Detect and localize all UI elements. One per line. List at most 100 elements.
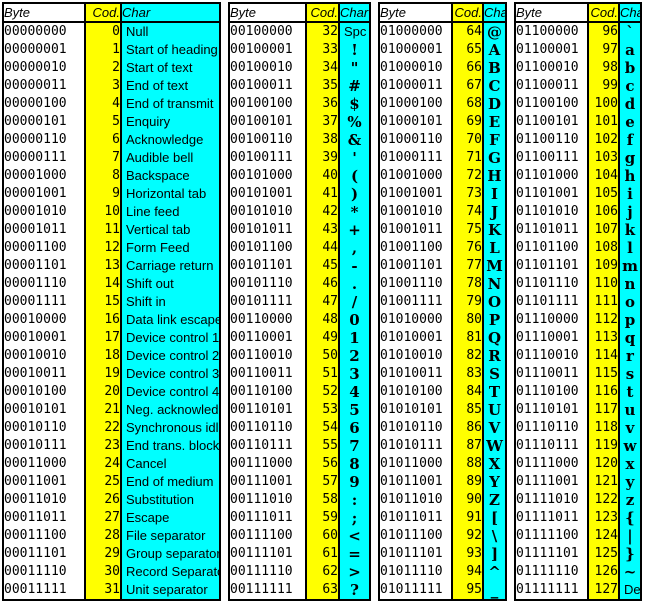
char-cell: 7	[339, 437, 369, 455]
code-cell: 40	[305, 167, 340, 185]
table-header-row: ByteCod.Char	[230, 4, 369, 23]
byte-cell: 00010011	[4, 365, 85, 383]
char-cell: |	[619, 527, 640, 545]
code-cell: 109	[587, 257, 620, 275]
char-cell: !	[339, 41, 369, 59]
code-cell: 72	[451, 167, 484, 185]
byte-cell: 00010110	[4, 419, 85, 437]
code-cell: 2	[84, 59, 122, 77]
byte-cell: 01101011	[516, 221, 588, 239]
char-cell: T	[483, 383, 505, 401]
char-cell: 0	[339, 311, 369, 329]
char-cell: S	[483, 365, 505, 383]
char-cell: .	[339, 275, 369, 293]
byte-cell: 00010000	[4, 311, 85, 329]
char-cell: Device control 3	[121, 365, 219, 383]
code-cell: 38	[305, 131, 340, 149]
char-cell: Unit separator	[121, 581, 219, 599]
table-row: 01001010 74 J	[380, 203, 505, 221]
char-cell: Y	[483, 473, 505, 491]
code-cell: 29	[84, 545, 122, 563]
byte-cell: 00110100	[230, 383, 306, 401]
char-cell: e	[619, 113, 640, 131]
code-cell: 90	[451, 491, 484, 509]
byte-cell: 01001110	[380, 275, 452, 293]
code-cell: 46	[305, 275, 340, 293]
char-cell: *	[339, 203, 369, 221]
column-header-char: Char	[339, 4, 369, 23]
table-row: 01001101 77 M	[380, 257, 505, 275]
code-cell: 89	[451, 473, 484, 491]
byte-cell: 00100010	[230, 59, 306, 77]
code-cell: 67	[451, 77, 484, 95]
table-row: 01100101 101 e	[516, 113, 640, 131]
table-row: 01111001 121 y	[516, 473, 640, 491]
table-row: 01010011 83 S	[380, 365, 505, 383]
table-row: 01110110 118 v	[516, 419, 640, 437]
code-cell: 64	[451, 22, 484, 41]
table-row: 01110100 116 t	[516, 383, 640, 401]
code-cell: 112	[587, 311, 620, 329]
byte-cell: 01010110	[380, 419, 452, 437]
table-row: 00100010 34 "	[230, 59, 369, 77]
byte-cell: 01001100	[380, 239, 452, 257]
byte-cell: 01000000	[380, 22, 452, 41]
byte-cell: 00111010	[230, 491, 306, 509]
code-cell: 34	[305, 59, 340, 77]
char-cell: :	[339, 491, 369, 509]
code-cell: 55	[305, 437, 340, 455]
char-cell: a	[619, 41, 640, 59]
char-cell: End of transmit	[121, 95, 219, 113]
byte-cell: 01010010	[380, 347, 452, 365]
code-cell: 107	[587, 221, 620, 239]
char-cell: End trans. block	[121, 437, 219, 455]
byte-cell: 00111100	[230, 527, 306, 545]
char-cell: ~	[619, 563, 640, 581]
code-cell: 91	[451, 509, 484, 527]
table-row: 01000111 71 G	[380, 149, 505, 167]
code-cell: 13	[84, 257, 122, 275]
column-header-byte: Byte	[380, 4, 452, 23]
table-header-row: ByteCod.Char	[516, 4, 640, 23]
byte-cell: 01101000	[516, 167, 588, 185]
code-cell: 92	[451, 527, 484, 545]
table-row: 01110010 114 r	[516, 347, 640, 365]
column-header-code: Cod.	[451, 4, 484, 23]
char-cell: Group separator	[121, 545, 219, 563]
table-row: 00010001 17 Device control 1	[4, 329, 219, 347]
table-row: 01111100 124 |	[516, 527, 640, 545]
byte-cell: 01111110	[516, 563, 588, 581]
table-row: 00011100 28 File separator	[4, 527, 219, 545]
table-row: 00001110 14 Shift out	[4, 275, 219, 293]
char-cell: +	[339, 221, 369, 239]
ascii-table: ByteCod.Char0110000096`0110000197a011000…	[516, 4, 640, 599]
char-cell: (	[339, 167, 369, 185]
code-cell: 102	[587, 131, 620, 149]
code-cell: 11	[84, 221, 122, 239]
table-row: 00011000 24 Cancel	[4, 455, 219, 473]
table-row: 00110001 49 1	[230, 329, 369, 347]
char-cell: Q	[483, 329, 505, 347]
table-row: 00001001 9 Horizontal tab	[4, 185, 219, 203]
code-cell: 42	[305, 203, 340, 221]
code-cell: 41	[305, 185, 340, 203]
code-cell: 0	[84, 22, 122, 41]
char-cell: ;	[339, 509, 369, 527]
code-cell: 82	[451, 347, 484, 365]
table-row: 01111011 123{	[516, 509, 640, 527]
code-cell: 88	[451, 455, 484, 473]
table-row: 01000010 66 B	[380, 59, 505, 77]
table-row: 01100111 103 g	[516, 149, 640, 167]
char-cell: 1	[339, 329, 369, 347]
byte-cell: 01011111	[380, 581, 452, 599]
table-row: 01011011 91[	[380, 509, 505, 527]
code-cell: 33	[305, 41, 340, 59]
byte-cell: 00110000	[230, 311, 306, 329]
byte-cell: 00010001	[4, 329, 85, 347]
byte-cell: 01100111	[516, 149, 588, 167]
code-cell: 19	[84, 365, 122, 383]
byte-cell: 00101111	[230, 293, 306, 311]
table-row: 01001100 76 L	[380, 239, 505, 257]
byte-cell: 00001101	[4, 257, 85, 275]
char-cell: J	[483, 203, 505, 221]
